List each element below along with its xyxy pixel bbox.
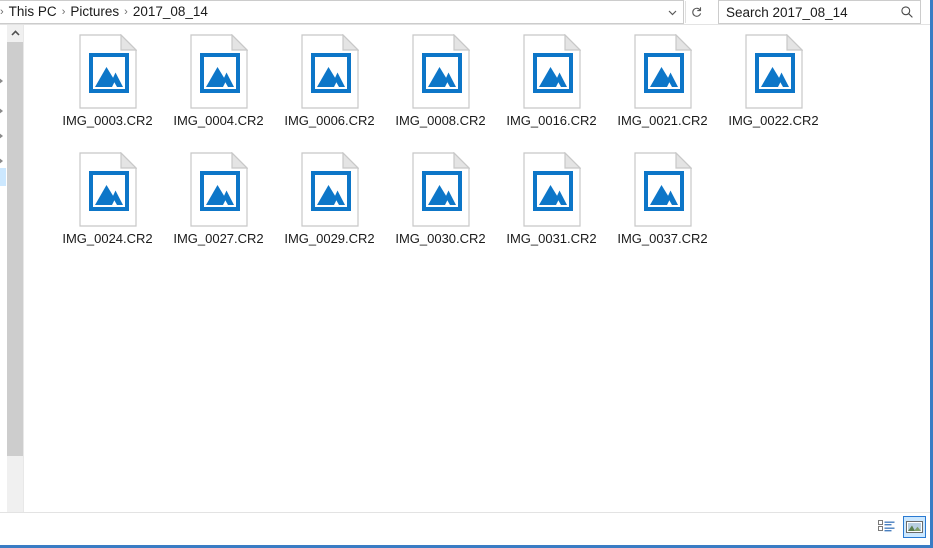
refresh-icon [692,6,702,17]
details-view-button[interactable] [875,516,898,538]
file-name-label: IMG_0003.CR2 [62,113,153,128]
file-name-label: IMG_0024.CR2 [62,231,153,246]
file-item[interactable]: IMG_0006.CR2 [274,31,385,149]
status-bar [0,512,930,542]
file-item[interactable]: IMG_0031.CR2 [496,149,607,267]
file-name-label: IMG_0016.CR2 [506,113,597,128]
large-icons-view-button[interactable] [903,516,926,538]
chevron-right-icon[interactable] [0,77,3,85]
file-name-label: IMG_0037.CR2 [617,231,708,246]
file-name-label: IMG_0021.CR2 [617,113,708,128]
image-file-icon [522,33,581,109]
file-name-label: IMG_0029.CR2 [284,231,375,246]
file-item[interactable]: IMG_0008.CR2 [385,31,496,149]
view-mode-buttons [875,516,926,538]
breadcrumb-item-pictures[interactable]: Pictures [70,5,119,19]
scrollbar-thumb[interactable] [7,42,23,456]
image-file-icon [189,151,248,227]
file-item[interactable]: IMG_0037.CR2 [607,149,718,267]
breadcrumb-separator-icon: › [61,5,66,18]
breadcrumb-separator-icon: › [124,5,128,18]
file-name-label: IMG_0027.CR2 [173,231,264,246]
file-name-label: IMG_0008.CR2 [395,113,486,128]
file-item[interactable]: IMG_0003.CR2 [52,31,163,149]
navigation-pane[interactable]: R [0,25,6,515]
image-file-icon [78,151,137,227]
file-item[interactable]: IMG_0016.CR2 [496,31,607,149]
image-file-icon [78,33,137,109]
navigation-pane-scrollbar[interactable] [7,25,24,528]
file-grid: IMG_0003.CR2 IMG_0004.CR2 IMG_0006.CR2 IMG_… [24,25,930,267]
nav-tree-item[interactable] [0,128,6,146]
file-item[interactable]: IMG_0021.CR2 [607,31,718,149]
file-item[interactable]: IMG_0024.CR2 [52,149,163,267]
search-box[interactable]: Search 2017_08_14 [718,0,921,24]
address-history-dropdown-button[interactable] [662,1,683,23]
search-input[interactable]: Search 2017_08_14 [719,5,894,20]
details-view-icon [878,520,895,532]
breadcrumb-separator-icon: › [0,5,4,18]
address-bar: › This PC › Pictures › 2017_08_14 Search… [0,0,930,25]
image-file-icon [300,151,359,227]
file-explorer-window: › This PC › Pictures › 2017_08_14 Search… [0,0,933,548]
refresh-button[interactable] [685,1,707,23]
chevron-right-icon[interactable] [0,157,3,165]
breadcrumb-item-current-folder[interactable]: 2017_08_14 [133,5,208,19]
nav-tree-item-selected[interactable] [0,168,6,186]
image-file-icon [744,33,803,109]
file-name-label: IMG_0031.CR2 [506,231,597,246]
image-file-icon [411,151,470,227]
file-item[interactable]: IMG_0022.CR2 [718,31,829,149]
file-name-label: IMG_0030.CR2 [395,231,486,246]
chevron-right-icon[interactable] [0,107,3,115]
image-file-icon [633,33,692,109]
search-icon [901,6,913,18]
file-name-label: IMG_0022.CR2 [728,113,819,128]
breadcrumb[interactable]: › This PC › Pictures › 2017_08_14 [0,0,684,24]
search-button[interactable] [894,5,920,19]
image-file-icon [522,151,581,227]
chevron-up-icon [10,30,20,36]
thumbnail-view-icon [906,521,923,533]
breadcrumb-item-this-pc[interactable]: This PC [9,5,57,19]
file-item[interactable]: IMG_0030.CR2 [385,149,496,267]
nav-tree-item[interactable] [0,73,6,91]
chevron-right-icon[interactable] [0,132,3,140]
file-list-view[interactable]: IMG_0003.CR2 IMG_0004.CR2 IMG_0006.CR2 IMG_… [24,25,930,515]
chevron-down-icon [668,10,677,15]
image-file-icon [633,151,692,227]
file-item[interactable]: IMG_0029.CR2 [274,149,385,267]
file-name-label: IMG_0004.CR2 [173,113,264,128]
nav-tree-item[interactable] [0,103,6,121]
image-file-icon [411,33,470,109]
scroll-up-button[interactable] [7,25,23,42]
image-file-icon [300,33,359,109]
image-file-icon [189,33,248,109]
file-name-label: IMG_0006.CR2 [284,113,375,128]
file-item[interactable]: IMG_0027.CR2 [163,149,274,267]
file-item[interactable]: IMG_0004.CR2 [163,31,274,149]
